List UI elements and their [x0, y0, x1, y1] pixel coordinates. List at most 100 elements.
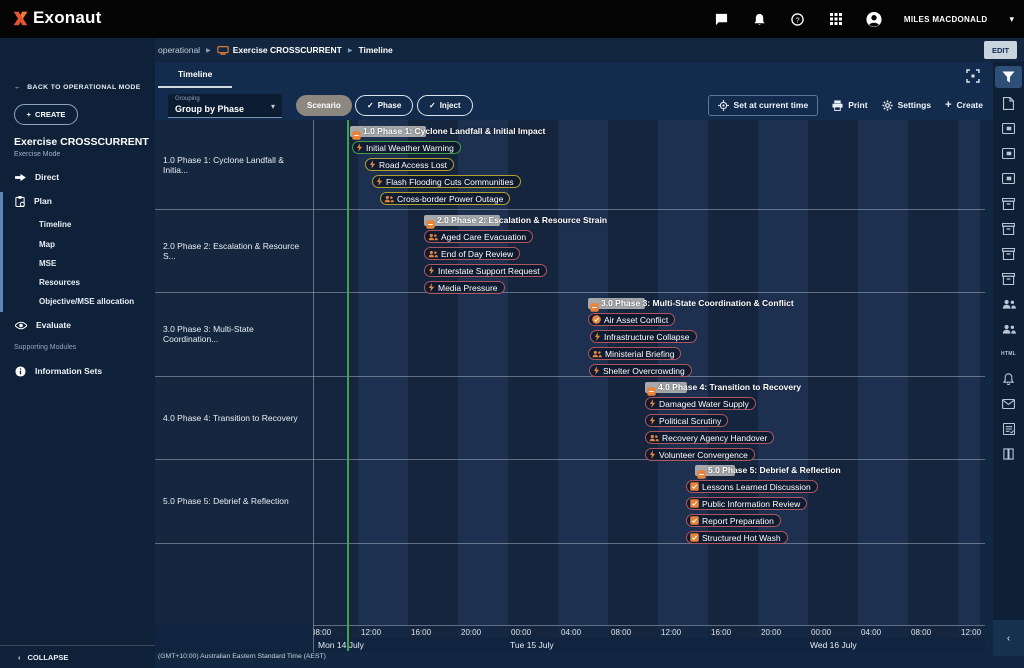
set-at-current-time-button[interactable]: Set at current time — [708, 95, 819, 116]
supporting-modules-label: Supporting Modules — [14, 344, 76, 351]
sidebar-item-plan[interactable]: Plan — [0, 190, 155, 212]
avatar-icon[interactable] — [866, 11, 882, 27]
sidebar-item-resources[interactable]: Resources — [0, 273, 155, 292]
grouping-label: Grouping — [175, 96, 200, 102]
left-sidebar: ← BACK TO OPERATIONAL MODE + CREATE Exer… — [0, 38, 155, 668]
help-icon[interactable]: ? — [790, 11, 806, 27]
inject-pill[interactable]: Political Scrutiny — [645, 414, 728, 427]
card-icon[interactable] — [993, 116, 1024, 141]
current-time-line — [347, 120, 349, 651]
inject-title: Volunteer Convergence — [659, 450, 748, 460]
back-to-operational-mode[interactable]: ← BACK TO OPERATIONAL MODE — [14, 84, 141, 91]
users-icon — [428, 250, 438, 258]
inject-pill[interactable]: Interstate Support Request — [424, 264, 547, 277]
sidebar-item-mse[interactable]: MSE — [0, 254, 155, 273]
axis-date-label: Wed 16 July — [810, 640, 857, 650]
inject-pill[interactable]: End of Day Review — [424, 247, 520, 260]
row-label-panel: 1.0 Phase 1: Cyclone Landfall & Initia..… — [155, 120, 313, 625]
inject-pill[interactable]: Air Asset Conflict — [588, 313, 675, 326]
sidebar-item-information-sets[interactable]: Information Sets — [0, 360, 155, 382]
timeline-row-label: 1.0 Phase 1: Cyclone Landfall & Initia..… — [163, 120, 308, 209]
inject-pill[interactable]: Volunteer Convergence — [645, 448, 755, 461]
inject-pill[interactable]: Aged Care Evacuation — [424, 230, 533, 243]
fullscreen-icon[interactable] — [966, 69, 980, 83]
inject-pill[interactable]: Road Access Lost — [365, 158, 454, 171]
inject-pill[interactable]: Recovery Agency Handover — [645, 431, 774, 444]
timeline-toolbar: Grouping Group by Phase ▾ Scenario ✓ Pha… — [155, 90, 993, 120]
logo-text: Exonaut — [33, 8, 101, 28]
archive-icon[interactable] — [993, 241, 1024, 266]
inject-pill[interactable]: Infrastructure Collapse — [590, 330, 697, 343]
breadcrumb-timeline[interactable]: Timeline — [358, 45, 392, 55]
sidebar-create-button[interactable]: + CREATE — [14, 104, 78, 125]
apps-grid-icon[interactable] — [828, 11, 844, 27]
inject-title: Damaged Water Supply — [659, 399, 749, 409]
breadcrumb-separator-icon: ▶ — [206, 47, 211, 54]
inject-pill[interactable]: Lessons Learned Discussion — [686, 480, 818, 493]
inject-pill[interactable]: Initial Weather Warning — [352, 141, 461, 154]
plan-clipboard-icon — [15, 196, 25, 207]
inject-pill[interactable]: Cross-border Power Outage — [380, 192, 510, 205]
filter-icon[interactable] — [995, 66, 1022, 88]
inject-pill[interactable]: Structured Hot Wash — [686, 531, 788, 544]
user-name[interactable]: MILES MACDONALD — [904, 15, 988, 24]
inject-pill[interactable]: Flash Flooding Cuts Communities — [372, 175, 521, 188]
edit-icon — [690, 516, 699, 525]
bolt-icon — [369, 160, 376, 169]
row-separator — [155, 209, 985, 210]
inject-pill[interactable]: Shelter Overcrowding — [589, 364, 692, 377]
inject-pill[interactable]: Ministerial Briefing — [588, 347, 681, 360]
breadcrumb: operational ▶ Exercise CROSSCURRENT ▶ Ti… — [155, 38, 1024, 62]
chevron-down-icon[interactable]: ▾ — [1009, 14, 1014, 25]
mail-icon[interactable] — [993, 391, 1024, 416]
inject-title: Public Information Review — [702, 499, 800, 509]
html-icon[interactable]: HTML — [993, 341, 1024, 366]
inject-pill[interactable]: Public Information Review — [686, 497, 807, 510]
target-icon — [718, 100, 729, 111]
file-icon[interactable] — [993, 91, 1024, 116]
row-separator — [155, 543, 985, 544]
inject-pill[interactable]: Damaged Water Supply — [645, 397, 756, 410]
sidebar-collapse-button[interactable]: ‹ COLLAPSE — [0, 645, 155, 668]
archive-icon[interactable] — [993, 266, 1024, 291]
bell-icon[interactable] — [752, 11, 768, 27]
sidebar-item-evaluate[interactable]: Evaluate — [0, 314, 155, 336]
breadcrumb-operational[interactable]: operational — [158, 45, 200, 55]
bell-icon[interactable] — [993, 366, 1024, 391]
users-icon[interactable] — [993, 316, 1024, 341]
archive-icon[interactable] — [993, 191, 1024, 216]
chat-icon[interactable] — [714, 11, 730, 27]
plus-icon: + — [945, 99, 951, 111]
inject-title: Report Preparation — [702, 516, 774, 526]
breadcrumb-exercise[interactable]: Exercise CROSSCURRENT — [233, 45, 342, 55]
archive-icon[interactable] — [993, 216, 1024, 241]
sidebar-item-direct[interactable]: Direct — [0, 166, 155, 188]
sidebar-item-timeline[interactable]: Timeline — [0, 215, 155, 234]
back-arrow-icon: ← — [14, 84, 21, 91]
inject-pill[interactable]: Media Pressure — [424, 281, 505, 294]
rail-collapse-button[interactable]: ‹ — [993, 620, 1024, 656]
exonaut-logo[interactable]: Exonaut — [12, 8, 101, 28]
book-icon[interactable] — [993, 441, 1024, 466]
inject-chip[interactable]: ✓ Inject — [417, 95, 473, 116]
card-icon[interactable] — [993, 141, 1024, 166]
sidebar-item-map[interactable]: Map — [0, 235, 155, 254]
card-icon[interactable] — [993, 166, 1024, 191]
sidebar-item-objective-mse-allocation[interactable]: Objective/MSE allocation — [0, 292, 155, 311]
create-button[interactable]: + Create — [945, 99, 983, 111]
edit-button[interactable]: EDIT — [984, 41, 1017, 59]
users-icon[interactable] — [993, 291, 1024, 316]
scenario-chip[interactable]: Scenario — [296, 95, 352, 116]
print-icon — [832, 100, 843, 111]
grouping-select[interactable]: Grouping Group by Phase ▾ — [168, 94, 282, 118]
phase-chip[interactable]: ✓ Phase — [355, 95, 413, 116]
dropdown-caret-icon: ▾ — [271, 102, 275, 111]
tab-timeline[interactable]: Timeline — [158, 62, 232, 88]
phase-icon — [590, 299, 599, 308]
axis-tick-label: 12:00 — [361, 628, 381, 637]
inject-pill[interactable]: Report Preparation — [686, 514, 781, 527]
note-icon[interactable] — [993, 416, 1024, 441]
settings-button[interactable]: Settings — [882, 100, 932, 111]
print-button[interactable]: Print — [832, 100, 867, 111]
timeline-row-label: 5.0 Phase 5: Debrief & Reflection — [163, 459, 308, 543]
